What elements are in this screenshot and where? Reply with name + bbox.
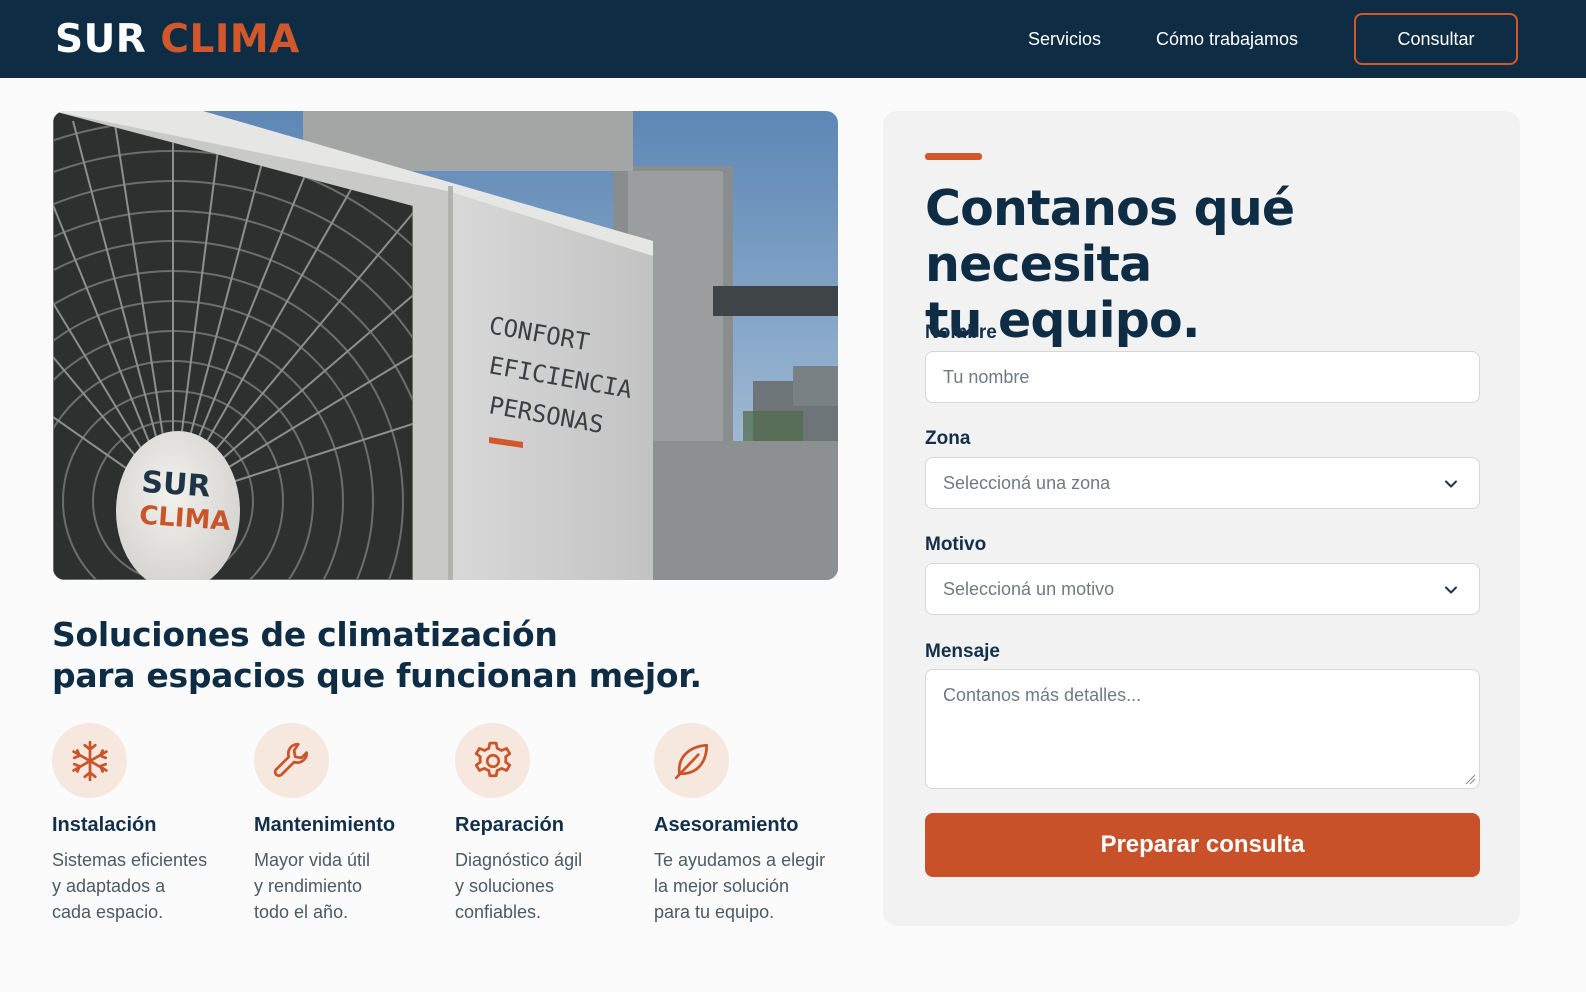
feature-line: todo el año. — [254, 902, 349, 922]
logo-text-sur: SUR — [55, 17, 147, 62]
nav-link-como-trabajamos[interactable]: Cómo trabajamos — [1156, 28, 1298, 50]
reason-select[interactable]: Seleccioná un motivo — [925, 563, 1480, 615]
feature-line: para tu equipo. — [654, 902, 775, 922]
hero-heading-line-2: para espacios que funcionan mejor. — [52, 656, 702, 695]
snowflake-icon — [52, 723, 127, 798]
leaf-icon — [654, 723, 729, 798]
form-heading-line-2: tu equipo. — [925, 292, 1201, 349]
badge-text-sur: SUR — [140, 465, 211, 505]
feature-description: Mayor vida útil y rendimiento todo el añ… — [254, 847, 444, 925]
name-input[interactable]: Tu nombre — [925, 351, 1480, 403]
feature-line: Sistemas eficientes — [52, 850, 208, 870]
name-label: Nombre — [925, 322, 997, 343]
form-heading-line-1: Contanos qué necesita — [925, 180, 1295, 293]
preparar-consulta-button[interactable]: Preparar consulta — [925, 813, 1480, 877]
zone-select-value: Seleccioná una zona — [943, 472, 1111, 493]
gear-icon — [455, 723, 530, 798]
reason-label: Motivo — [925, 534, 987, 555]
feature-reparacion: Reparación Diagnóstico ágil y soluciones… — [455, 723, 645, 925]
feature-title: Asesoramiento — [654, 814, 799, 836]
feature-title: Instalación — [52, 814, 157, 836]
message-label: Mensaje — [925, 641, 1000, 662]
feature-title: Reparación — [455, 814, 564, 836]
chevron-down-icon — [1445, 480, 1457, 488]
feature-line: y soluciones — [455, 876, 555, 896]
zone-label: Zona — [925, 428, 971, 449]
top-navbar: SUR CLIMA Servicios Cómo trabajamos Cons… — [0, 0, 1586, 78]
feature-description: Sistemas eficientes y adaptados a cada e… — [52, 847, 242, 925]
hero-image: SUR CLIMA CONFORT EFICIENCIA PERSONAS — [53, 111, 838, 580]
message-placeholder: Contanos más detalles... — [943, 685, 1142, 705]
feature-line: cada espacio. — [52, 902, 164, 922]
feature-mantenimiento: Mantenimiento Mayor vida útil y rendimie… — [254, 723, 444, 925]
reason-select-value: Seleccioná un motivo — [943, 578, 1115, 599]
logo[interactable]: SUR CLIMA — [55, 17, 300, 63]
form-heading: Contanos qué necesita tu equipo. — [925, 181, 1505, 349]
feature-line: Mayor vida útil — [254, 850, 371, 870]
feature-instalacion: Instalación Sistemas eficientes y adapta… — [52, 723, 242, 925]
feature-description: Diagnóstico ágil y soluciones confiables… — [455, 847, 645, 925]
logo-text-clima: CLIMA — [160, 17, 300, 62]
feature-line: y adaptados a — [52, 876, 166, 896]
feature-asesoramiento: Asesoramiento Te ayudamos a elegir la me… — [654, 723, 844, 925]
zone-select[interactable]: Seleccioná una zona — [925, 457, 1480, 509]
feature-line: confiables. — [455, 902, 542, 922]
contact-form-card: Contanos qué necesita tu equipo. Nombre … — [883, 111, 1520, 926]
feature-line: Diagnóstico ágil — [455, 850, 583, 870]
feature-line: la mejor solución — [654, 876, 790, 896]
chevron-down-icon — [1445, 586, 1457, 594]
feature-description: Te ayudamos a elegir la mejor solución p… — [654, 847, 844, 925]
resize-grip-icon[interactable] — [1464, 773, 1476, 785]
badge-text-clima: CLIMA — [138, 501, 231, 537]
hero-heading: Soluciones de climatización para espacio… — [52, 614, 832, 696]
consultar-button[interactable]: Consultar — [1354, 13, 1518, 65]
message-textarea[interactable]: Contanos más detalles... — [925, 669, 1480, 789]
wrench-icon — [254, 723, 329, 798]
accent-bar — [925, 153, 982, 160]
nav-link-servicios[interactable]: Servicios — [1028, 28, 1101, 50]
feature-title: Mantenimiento — [254, 814, 396, 836]
feature-line: y rendimiento — [254, 876, 363, 896]
feature-line: Te ayudamos a elegir — [654, 850, 826, 870]
hero-heading-line-1: Soluciones de climatización — [52, 615, 558, 654]
